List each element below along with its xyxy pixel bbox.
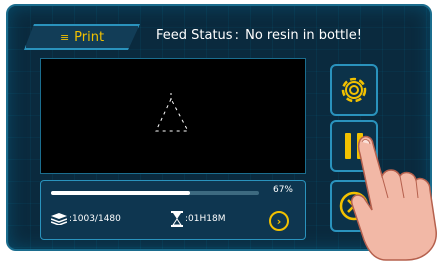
- settings-button[interactable]: [330, 64, 378, 116]
- progress-bar: [51, 191, 259, 195]
- print-preview: [40, 58, 306, 174]
- menu-icon: ≡: [59, 30, 69, 44]
- feed-status-separator: :: [234, 28, 239, 43]
- progress-percent: 67%: [272, 185, 293, 195]
- hourglass-icon: [171, 211, 183, 227]
- remaining-time-text: :01H18M: [185, 214, 226, 224]
- layer-count: :1003/1480: [51, 213, 121, 225]
- pointing-hand: [350, 135, 437, 261]
- remaining-time: :01H18M: [171, 211, 225, 227]
- progress-bar-fill: [51, 191, 191, 195]
- gear-icon: [341, 77, 367, 103]
- layer-preview-shape: [155, 93, 189, 132]
- feed-status-label: Feed Status: [156, 28, 233, 43]
- progress-panel: 67% :1003/1480 :01H18M ›: [40, 180, 306, 240]
- layer-count-text: :1003/1480: [69, 214, 121, 224]
- feed-status-value: No resin in bottle!: [245, 28, 362, 43]
- tab-print-label: Print: [74, 29, 105, 45]
- chevron-right-icon: ›: [276, 214, 282, 228]
- feed-status: Feed Status: No resin in bottle!: [156, 28, 362, 43]
- tab-print[interactable]: ≡ Print: [24, 24, 140, 50]
- layers-icon: [51, 213, 67, 225]
- details-button[interactable]: ›: [269, 211, 289, 231]
